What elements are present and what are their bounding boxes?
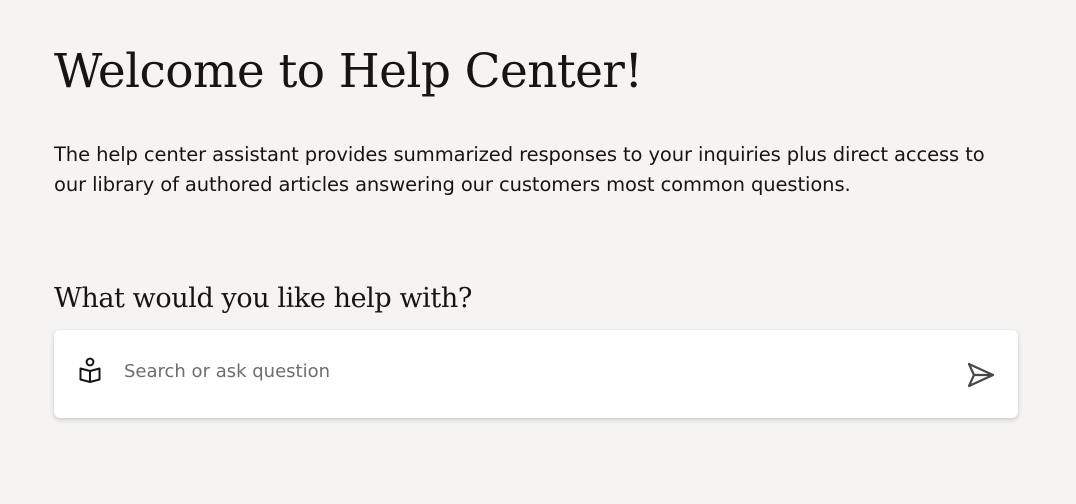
help-center-page: Welcome to Help Center! The help center …: [54, 0, 1020, 504]
search-box[interactable]: [54, 330, 1018, 418]
page-title: Welcome to Help Center!: [54, 44, 643, 99]
intro-text: The help center assistant provides summa…: [54, 143, 985, 196]
help-prompt: What would you like help with?: [54, 283, 472, 314]
search-input[interactable]: [124, 356, 944, 386]
send-icon: [967, 362, 995, 388]
assistant-book-icon: [79, 357, 101, 383]
send-button[interactable]: [960, 358, 1000, 394]
